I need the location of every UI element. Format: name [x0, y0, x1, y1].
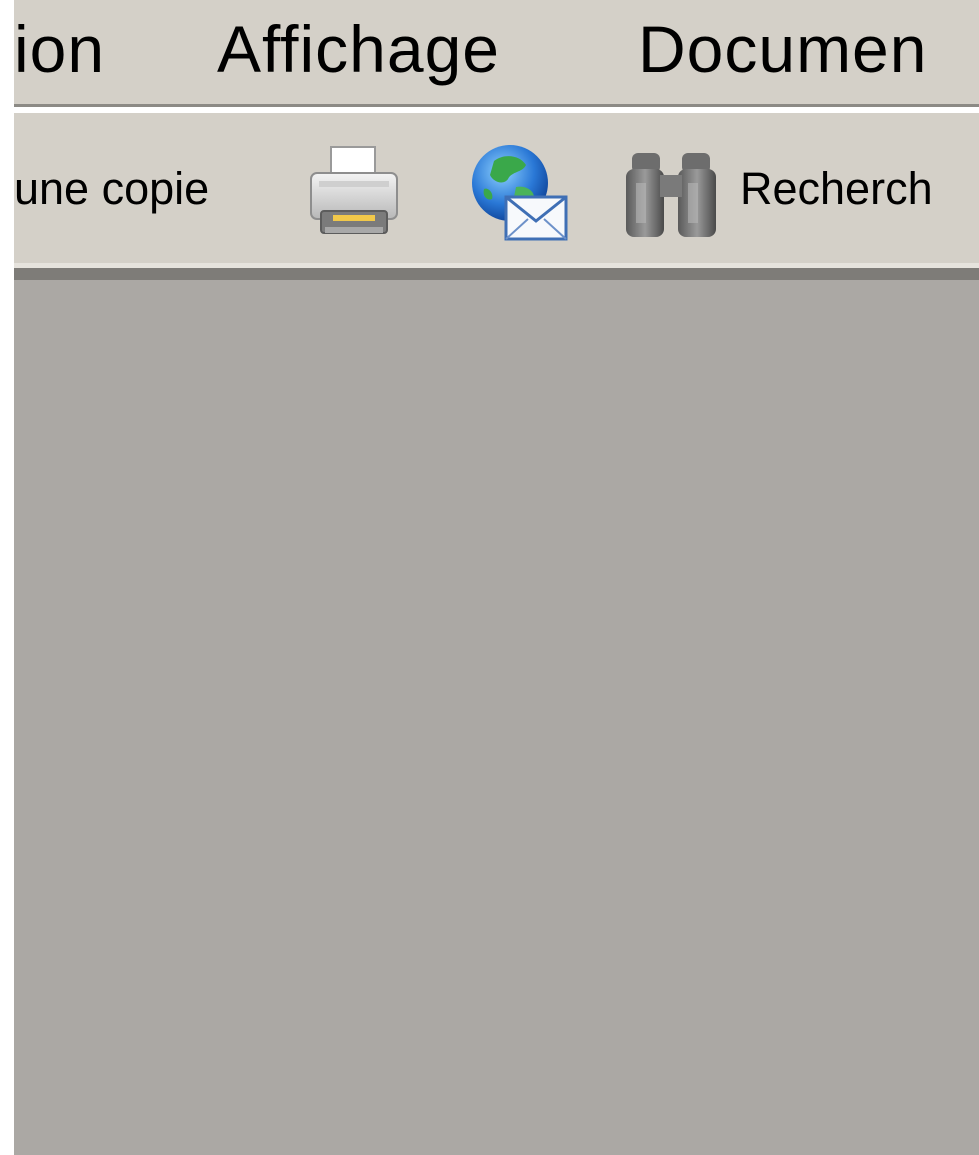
search-button-label[interactable]: Recherch: [740, 159, 933, 219]
menu-item-edition[interactable]: ion: [14, 6, 105, 92]
print-button[interactable]: [299, 139, 409, 249]
toolbar: une copie Recherch: [14, 113, 979, 263]
binoculars-icon: [626, 153, 716, 237]
search-button-icon[interactable]: [616, 139, 726, 249]
menu-item-affichage[interactable]: Affichage: [217, 6, 500, 92]
email-button[interactable]: [464, 139, 574, 249]
menu-bar: ion Affichage Documen: [14, 0, 979, 104]
document-workspace[interactable]: [14, 280, 979, 1155]
save-copy-button[interactable]: une copie: [14, 159, 209, 219]
window-edge: [0, 0, 14, 1155]
globe-email-icon: [472, 145, 568, 241]
app-window: ion Affichage Documen une copie Recherch: [0, 0, 979, 1155]
toolbar-separator: [14, 268, 979, 280]
printer-icon: [310, 146, 398, 234]
menu-item-document[interactable]: Documen: [638, 6, 927, 92]
